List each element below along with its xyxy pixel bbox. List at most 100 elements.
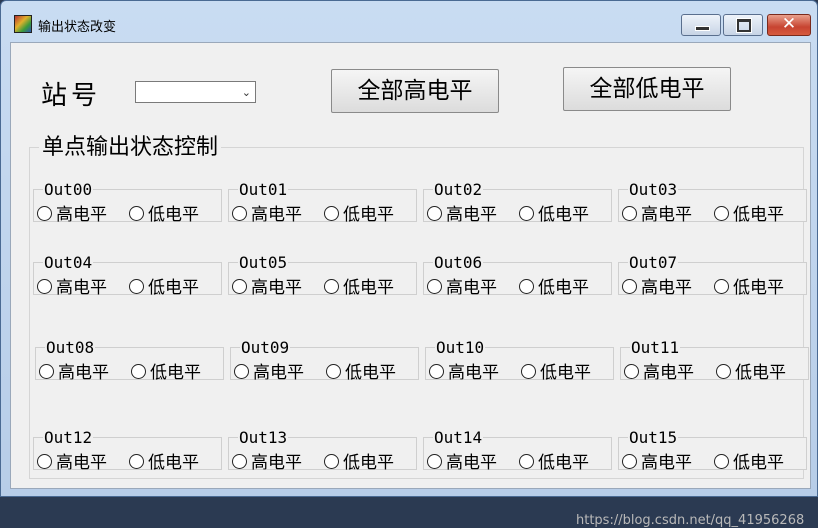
radio-label: 低电平 bbox=[733, 205, 784, 225]
radio-high-level[interactable]: 高电平 bbox=[37, 448, 107, 473]
radio-circle-icon[interactable] bbox=[519, 206, 534, 221]
minimize-button[interactable] bbox=[681, 14, 721, 36]
radio-label: 低电平 bbox=[148, 278, 199, 298]
radio-high-level[interactable]: 高电平 bbox=[427, 200, 497, 225]
radio-low-level[interactable]: 低电平 bbox=[129, 448, 199, 473]
radio-low-level[interactable]: 低电平 bbox=[714, 448, 784, 473]
radio-low-level[interactable]: 低电平 bbox=[716, 358, 786, 383]
radio-high-level[interactable]: 高电平 bbox=[232, 273, 302, 298]
output-name: Out03 bbox=[628, 180, 679, 199]
radio-high-level[interactable]: 高电平 bbox=[234, 358, 304, 383]
radio-circle-icon[interactable] bbox=[324, 206, 339, 221]
radio-circle-icon[interactable] bbox=[37, 279, 52, 294]
output-name: Out13 bbox=[238, 428, 289, 447]
radio-high-level[interactable]: 高电平 bbox=[232, 448, 302, 473]
radio-circle-icon[interactable] bbox=[519, 279, 534, 294]
radio-high-level[interactable]: 高电平 bbox=[622, 200, 692, 225]
radio-circle-icon[interactable] bbox=[324, 279, 339, 294]
radio-circle-icon[interactable] bbox=[129, 279, 144, 294]
radio-circle-icon[interactable] bbox=[622, 279, 637, 294]
watermark: https://blog.csdn.net/qq_41956268 bbox=[576, 513, 805, 528]
radio-label: 低电平 bbox=[733, 278, 784, 298]
client-area: 站号 ⌄ 全部高电平 全部低电平 单点输出状态控制 Out00 高电平 低电平 Out… bbox=[10, 42, 811, 528]
radio-high-level[interactable]: 高电平 bbox=[427, 273, 497, 298]
radio-high-level[interactable]: 高电平 bbox=[622, 448, 692, 473]
radio-circle-icon[interactable] bbox=[129, 454, 144, 469]
radio-circle-icon[interactable] bbox=[232, 206, 247, 221]
radio-circle-icon[interactable] bbox=[131, 364, 146, 379]
radio-high-level[interactable]: 高电平 bbox=[37, 200, 107, 225]
radio-label: 低电平 bbox=[148, 205, 199, 225]
title-bar[interactable]: 输出状态改变 ✕ bbox=[1, 1, 817, 41]
radio-label: 高电平 bbox=[643, 363, 694, 383]
radio-low-level[interactable]: 低电平 bbox=[324, 448, 394, 473]
radio-circle-icon[interactable] bbox=[622, 454, 637, 469]
radio-low-level[interactable]: 低电平 bbox=[519, 200, 589, 225]
radio-circle-icon[interactable] bbox=[326, 364, 341, 379]
all-high-button[interactable]: 全部高电平 bbox=[331, 69, 499, 113]
output-name: Out08 bbox=[45, 338, 96, 357]
radio-circle-icon[interactable] bbox=[519, 454, 534, 469]
radio-circle-icon[interactable] bbox=[232, 279, 247, 294]
radio-circle-icon[interactable] bbox=[234, 364, 249, 379]
radio-high-level[interactable]: 高电平 bbox=[232, 200, 302, 225]
radio-high-level[interactable]: 高电平 bbox=[37, 273, 107, 298]
radio-circle-icon[interactable] bbox=[37, 454, 52, 469]
radio-circle-icon[interactable] bbox=[39, 364, 54, 379]
close-icon: ✕ bbox=[781, 14, 797, 34]
radio-high-level[interactable]: 高电平 bbox=[624, 358, 694, 383]
radio-circle-icon[interactable] bbox=[427, 279, 442, 294]
radio-high-level[interactable]: 高电平 bbox=[622, 273, 692, 298]
output-name: Out07 bbox=[628, 253, 679, 272]
radio-circle-icon[interactable] bbox=[429, 364, 444, 379]
radio-low-level[interactable]: 低电平 bbox=[324, 200, 394, 225]
maximize-button[interactable] bbox=[723, 14, 763, 36]
radio-low-level[interactable]: 低电平 bbox=[521, 358, 591, 383]
radio-low-level[interactable]: 低电平 bbox=[714, 273, 784, 298]
radio-label: 高电平 bbox=[446, 453, 497, 473]
radio-low-level[interactable]: 低电平 bbox=[129, 273, 199, 298]
app-icon bbox=[14, 15, 32, 33]
radio-label: 低电平 bbox=[343, 453, 394, 473]
output-cell: Out02 高电平 低电平 bbox=[423, 180, 612, 225]
radio-high-level[interactable]: 高电平 bbox=[429, 358, 499, 383]
radio-circle-icon[interactable] bbox=[427, 206, 442, 221]
radio-circle-icon[interactable] bbox=[624, 364, 639, 379]
radio-circle-icon[interactable] bbox=[129, 206, 144, 221]
radio-low-level[interactable]: 低电平 bbox=[519, 273, 589, 298]
radio-circle-icon[interactable] bbox=[427, 454, 442, 469]
radio-circle-icon[interactable] bbox=[521, 364, 536, 379]
radio-label: 高电平 bbox=[58, 363, 109, 383]
radio-low-level[interactable]: 低电平 bbox=[519, 448, 589, 473]
minimize-icon bbox=[695, 26, 710, 31]
radio-circle-icon[interactable] bbox=[324, 454, 339, 469]
window-title: 输出状态改变 bbox=[38, 20, 117, 35]
close-button[interactable]: ✕ bbox=[767, 14, 811, 36]
radio-label: 低电平 bbox=[733, 453, 784, 473]
output-cell: Out08 高电平 低电平 bbox=[35, 338, 224, 383]
radio-low-level[interactable]: 低电平 bbox=[131, 358, 201, 383]
radio-circle-icon[interactable] bbox=[232, 454, 247, 469]
radio-circle-icon[interactable] bbox=[622, 206, 637, 221]
radio-low-level[interactable]: 低电平 bbox=[326, 358, 396, 383]
radio-circle-icon[interactable] bbox=[714, 454, 729, 469]
radio-circle-icon[interactable] bbox=[37, 206, 52, 221]
output-cell: Out11 高电平 低电平 bbox=[620, 338, 809, 383]
radio-circle-icon[interactable] bbox=[716, 364, 731, 379]
output-name: Out00 bbox=[43, 180, 94, 199]
station-combobox[interactable]: ⌄ bbox=[135, 81, 256, 103]
radio-low-level[interactable]: 低电平 bbox=[714, 200, 784, 225]
radio-circle-icon[interactable] bbox=[714, 206, 729, 221]
radio-low-level[interactable]: 低电平 bbox=[129, 200, 199, 225]
radio-label: 低电平 bbox=[343, 205, 394, 225]
radio-label: 高电平 bbox=[641, 205, 692, 225]
output-cell: Out10 高电平 低电平 bbox=[425, 338, 614, 383]
radio-label: 低电平 bbox=[538, 205, 589, 225]
output-name: Out10 bbox=[435, 338, 486, 357]
all-low-button[interactable]: 全部低电平 bbox=[563, 67, 731, 111]
chevron-down-icon: ⌄ bbox=[241, 86, 251, 99]
radio-circle-icon[interactable] bbox=[714, 279, 729, 294]
radio-high-level[interactable]: 高电平 bbox=[427, 448, 497, 473]
radio-high-level[interactable]: 高电平 bbox=[39, 358, 109, 383]
radio-low-level[interactable]: 低电平 bbox=[324, 273, 394, 298]
